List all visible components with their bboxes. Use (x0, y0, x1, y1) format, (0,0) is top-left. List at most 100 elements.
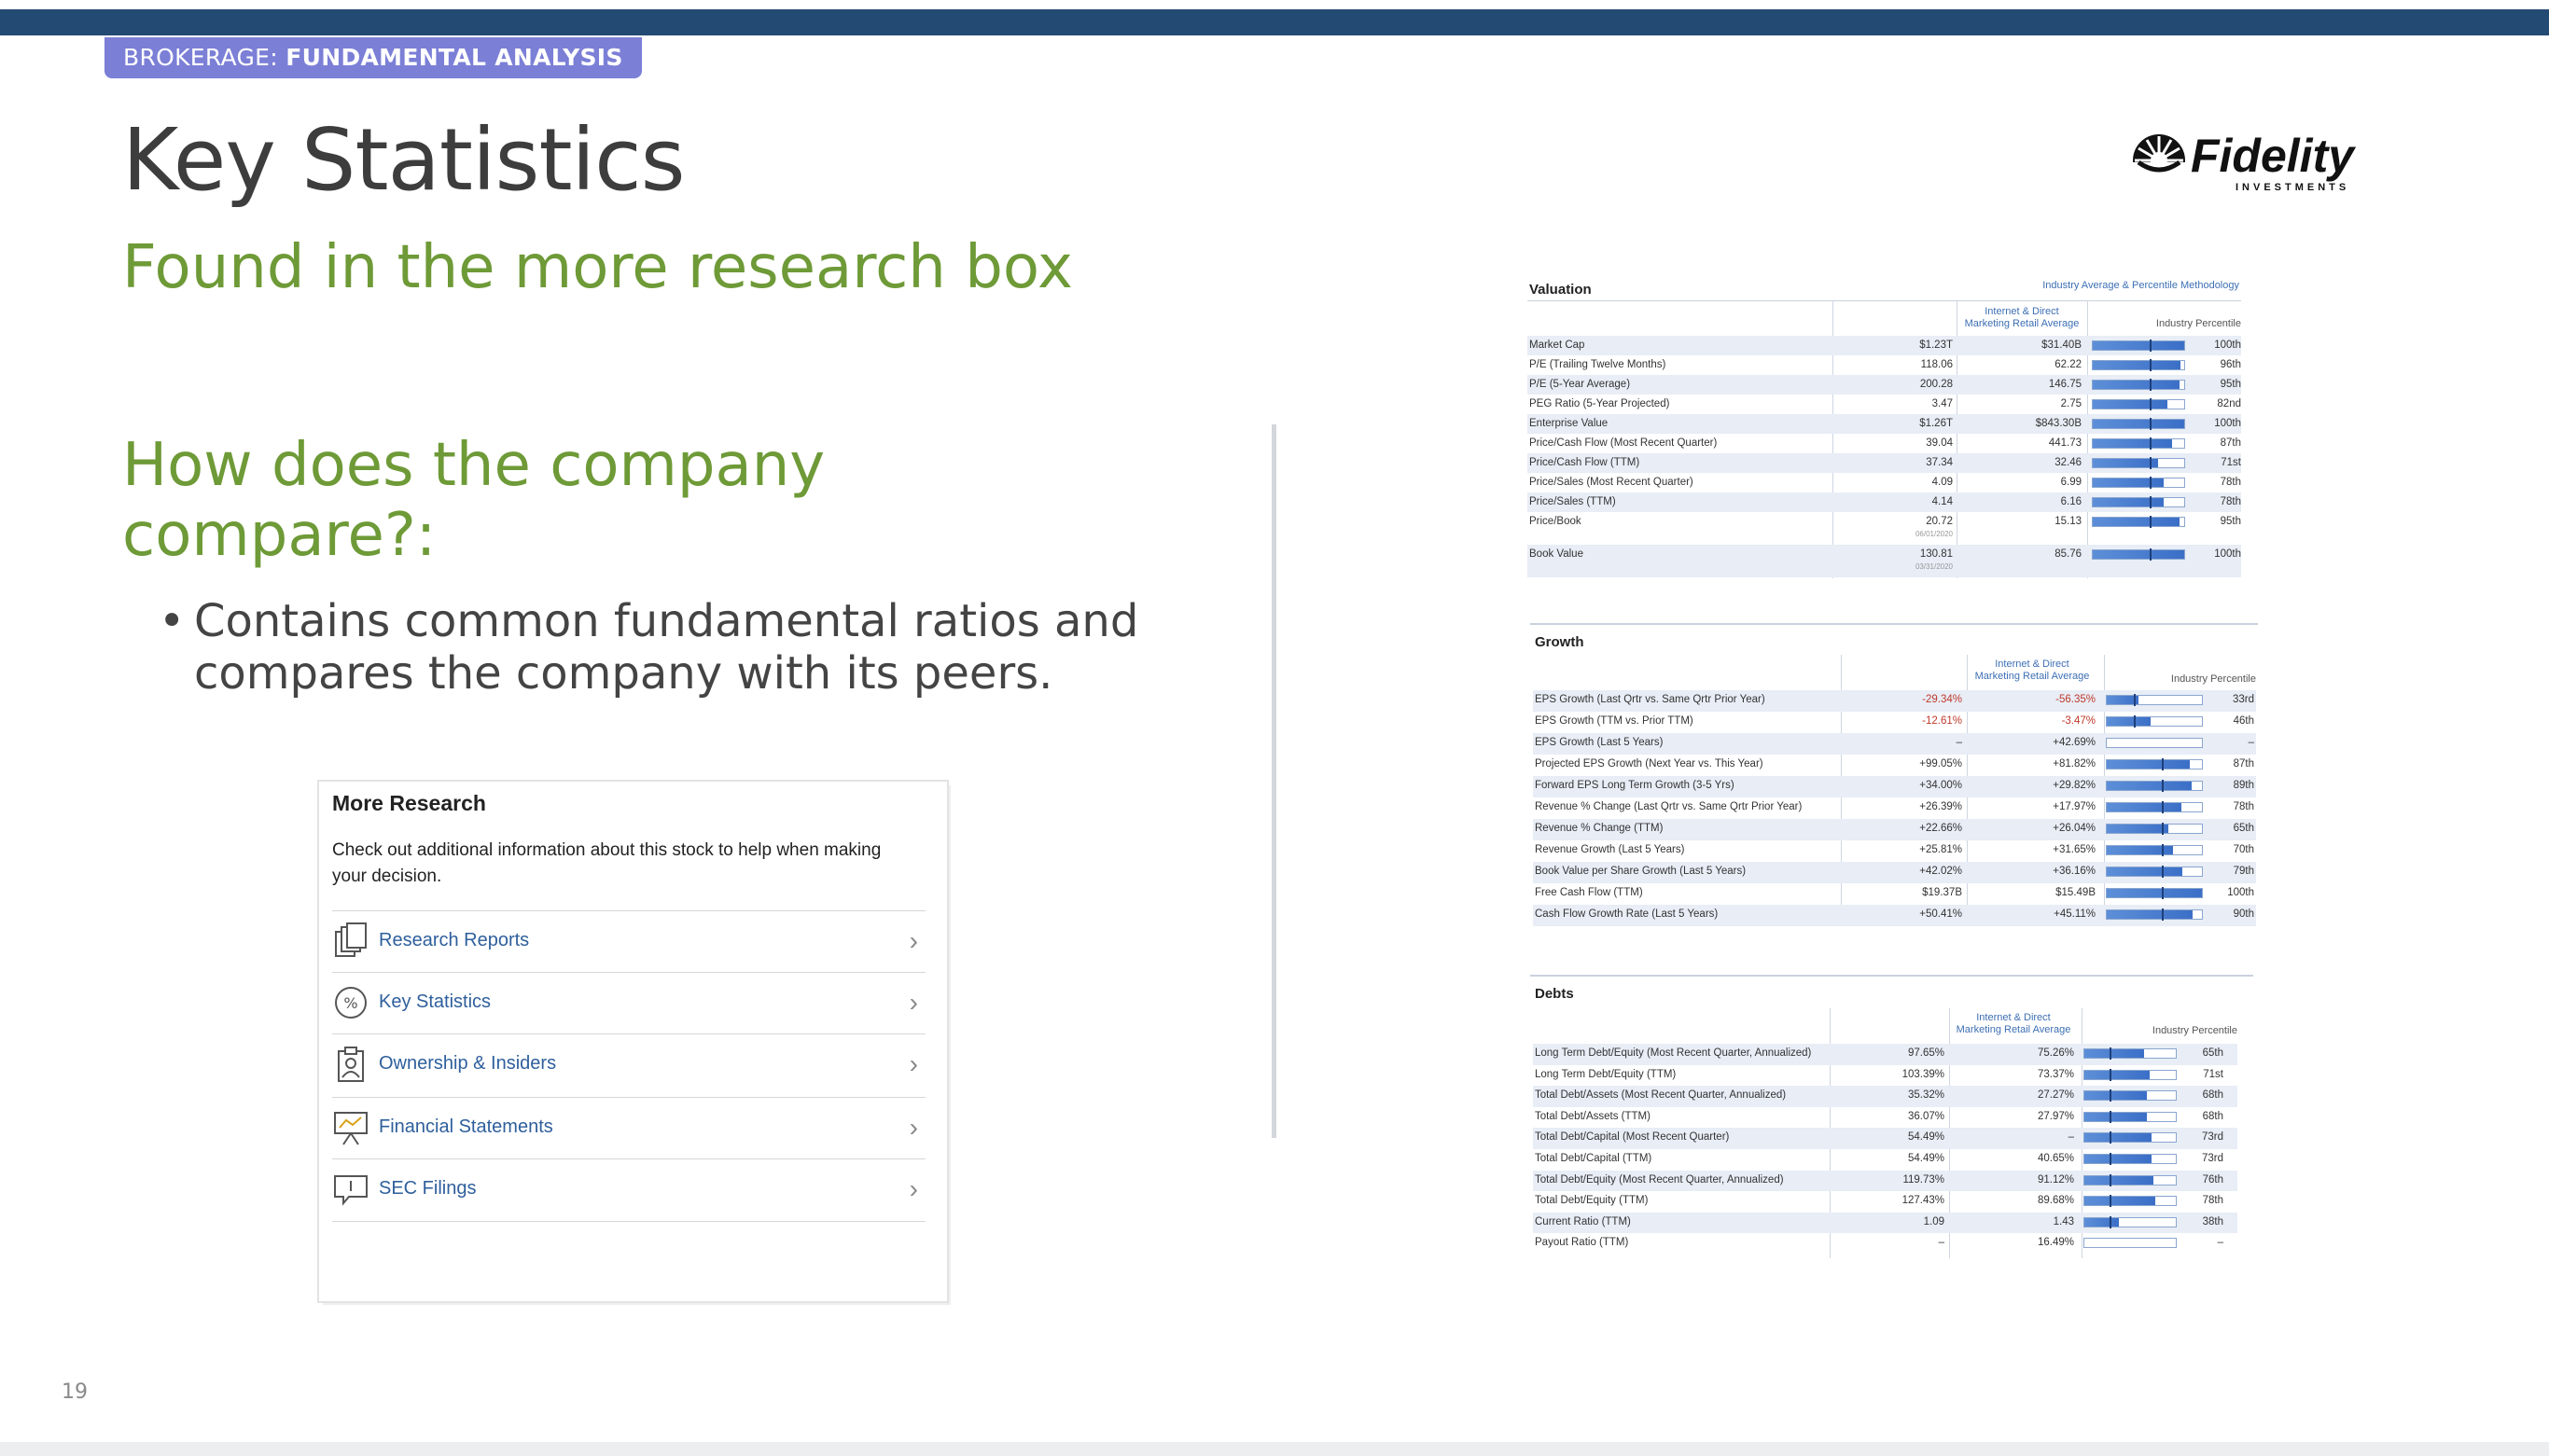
row-label: Total Debt/Capital (Most Recent Quarter) (1535, 1131, 1730, 1144)
growth-table: Growth Internet & Direct Marketing Retail… (1533, 631, 2256, 929)
methodology-link[interactable]: Industry Average & Percentile Methodolog… (2042, 280, 2239, 291)
row-value: 3.47 (1931, 398, 1953, 409)
row-value: +25.81% (1919, 844, 1962, 855)
table-row: Revenue Growth (Last 5 Years) +25.81% +31.… (1533, 840, 2256, 862)
industry-average-marker (2110, 1173, 2112, 1186)
key-statistics-label: Key Statistics (379, 991, 492, 1012)
row-industry-average: 75.26% (2037, 1047, 2074, 1059)
table-row: Book Value per Share Growth (Last 5 Year… (1533, 862, 2256, 883)
percentile-bar-fill (2093, 459, 2158, 467)
percentile-bar (2092, 398, 2185, 410)
growth-col2-header: Internet & Direct Marketing Retail Averag… (1974, 659, 2090, 682)
percentile-bar (2106, 908, 2203, 921)
row-value: 54.49% (1907, 1153, 1944, 1164)
percentile-bar-fill (2093, 420, 2184, 428)
percentile-bar (2083, 1110, 2177, 1123)
row-label: Total Debt/Assets (TTM) (1535, 1110, 1651, 1122)
row-value: 54.49% (1907, 1131, 1944, 1144)
valuation-title: Valuation (1529, 282, 1592, 298)
percentile-bar (2092, 548, 2185, 561)
table-row: Revenue % Change (Last Qrtr vs. Same Qrt… (1533, 797, 2256, 819)
page-number: 19 (62, 1380, 88, 1404)
table-row: Cash Flow Growth Rate (Last 5 Years) +50.… (1533, 905, 2256, 926)
percentile-bar (2083, 1047, 2177, 1060)
percentile-bar-fill (2093, 518, 2180, 526)
percentile-bar (2092, 477, 2185, 489)
percentile-bar-fill (2084, 1175, 2154, 1185)
row-percentile: 87th (2233, 758, 2254, 770)
table-row: Market Cap $1.23T $31.40B 100th (1527, 336, 2241, 355)
row-percentile: 38th (2202, 1215, 2223, 1227)
industry-average-marker (2149, 359, 2152, 371)
chevron-right-icon: › (909, 988, 918, 1017)
table-row: Total Debt/Capital (TTM) 54.49% 40.65% 73rd (1533, 1149, 2237, 1171)
tag-bold: FUNDAMENTAL ANALYSIS (286, 44, 623, 71)
percentile-bar-fill (2093, 439, 2173, 448)
industry-average-marker (2162, 823, 2165, 835)
row-percentile: 78th (2220, 496, 2241, 507)
row-value: +22.66% (1919, 823, 1962, 834)
industry-average-marker (2149, 457, 2152, 469)
svg-text:INVESTMENTS: INVESTMENTS (2236, 182, 2349, 193)
industry-average-marker (2162, 887, 2165, 899)
row-percentile: 73rd (2201, 1153, 2223, 1164)
industry-average-marker (2110, 1195, 2112, 1208)
key-statistics-link[interactable]: % Key Statistics › (332, 972, 926, 1034)
row-label: Revenue % Change (TTM) (1535, 823, 1664, 834)
row-value: +26.39% (1919, 801, 1962, 812)
row-label: Book Value (1529, 548, 1583, 560)
row-percentile: 70th (2233, 844, 2254, 855)
vertical-divider (1272, 424, 1276, 1138)
sec-filings-link[interactable]: SEC Filings › (332, 1158, 926, 1222)
row-percentile: 87th (2220, 437, 2241, 449)
svg-text:Fidelity: Fidelity (2191, 130, 2356, 182)
financial-statements-link[interactable]: Financial Statements › (332, 1097, 926, 1159)
percentile-bar (2106, 738, 2203, 748)
row-value: 39.04 (1926, 437, 1953, 449)
row-value: $1.26T (1919, 418, 1953, 429)
row-percentile: 33rd (2232, 694, 2254, 705)
percentile-bar (2092, 379, 2185, 391)
research-reports-link[interactable]: Research Reports › (332, 910, 926, 973)
row-label: Book Value per Share Growth (Last 5 Year… (1535, 866, 1747, 877)
row-percentile: – (2248, 737, 2254, 748)
table-row: Price/Cash Flow (TTM) 37.34 32.46 71st (1527, 453, 2241, 473)
row-percentile: 79th (2233, 866, 2254, 877)
row-value: -29.34% (1922, 694, 1962, 705)
row-industry-average: +29.82% (2053, 780, 2096, 791)
more-research-description: Check out additional information about t… (332, 840, 882, 886)
research-reports-label: Research Reports (379, 930, 530, 950)
table-row: Payout Ratio (TTM) – 16.49% – (1533, 1233, 2237, 1255)
percentile-bar (2083, 1131, 2177, 1144)
percentile-bar-fill (2107, 760, 2190, 769)
tag-prefix: BROKERAGE: (123, 44, 286, 71)
row-industry-average: 2.75 (2060, 398, 2082, 409)
table-row: Long Term Debt/Equity (Most Recent Quart… (1533, 1044, 2237, 1065)
row-percentile: 100th (2214, 340, 2241, 351)
percentile-bar-fill (2093, 381, 2180, 389)
percentile-bar (2083, 1068, 2177, 1081)
percentile-bar-fill (2107, 825, 2169, 833)
row-percentile: – (2217, 1237, 2223, 1249)
ownership-insiders-label: Ownership & Insiders (379, 1053, 557, 1074)
bullet-line-1: Contains common fundamental ratios and (194, 595, 1139, 647)
row-value: +99.05% (1919, 758, 1962, 770)
valuation-table: Valuation Industry Average & Percentile … (1527, 278, 2241, 578)
table-row: P/E (5-Year Average) 200.28 146.75 95th (1527, 375, 2241, 395)
row-industry-average: $843.30B (2035, 418, 2082, 429)
row-value: +50.41% (1919, 908, 1962, 920)
industry-average-marker (2162, 801, 2165, 813)
percent-icon: % (335, 987, 367, 1019)
industry-average-marker (2110, 1215, 2112, 1228)
row-industry-average: 91.12% (2037, 1173, 2074, 1186)
industry-average-marker (2110, 1131, 2112, 1144)
row-industry-average: +45.11% (2054, 908, 2096, 920)
percentile-bar-fill (2107, 867, 2182, 876)
row-percentile: 96th (2220, 359, 2241, 370)
row-percentile: 100th (2214, 418, 2241, 429)
percentile-bar (2092, 340, 2185, 352)
percentile-bar (2106, 780, 2203, 792)
row-value: 118.06 (1920, 359, 1953, 370)
row-label: Revenue % Change (Last Qrtr vs. Same Qrt… (1535, 801, 1803, 812)
ownership-insiders-link[interactable]: Ownership & Insiders › (332, 1033, 926, 1096)
